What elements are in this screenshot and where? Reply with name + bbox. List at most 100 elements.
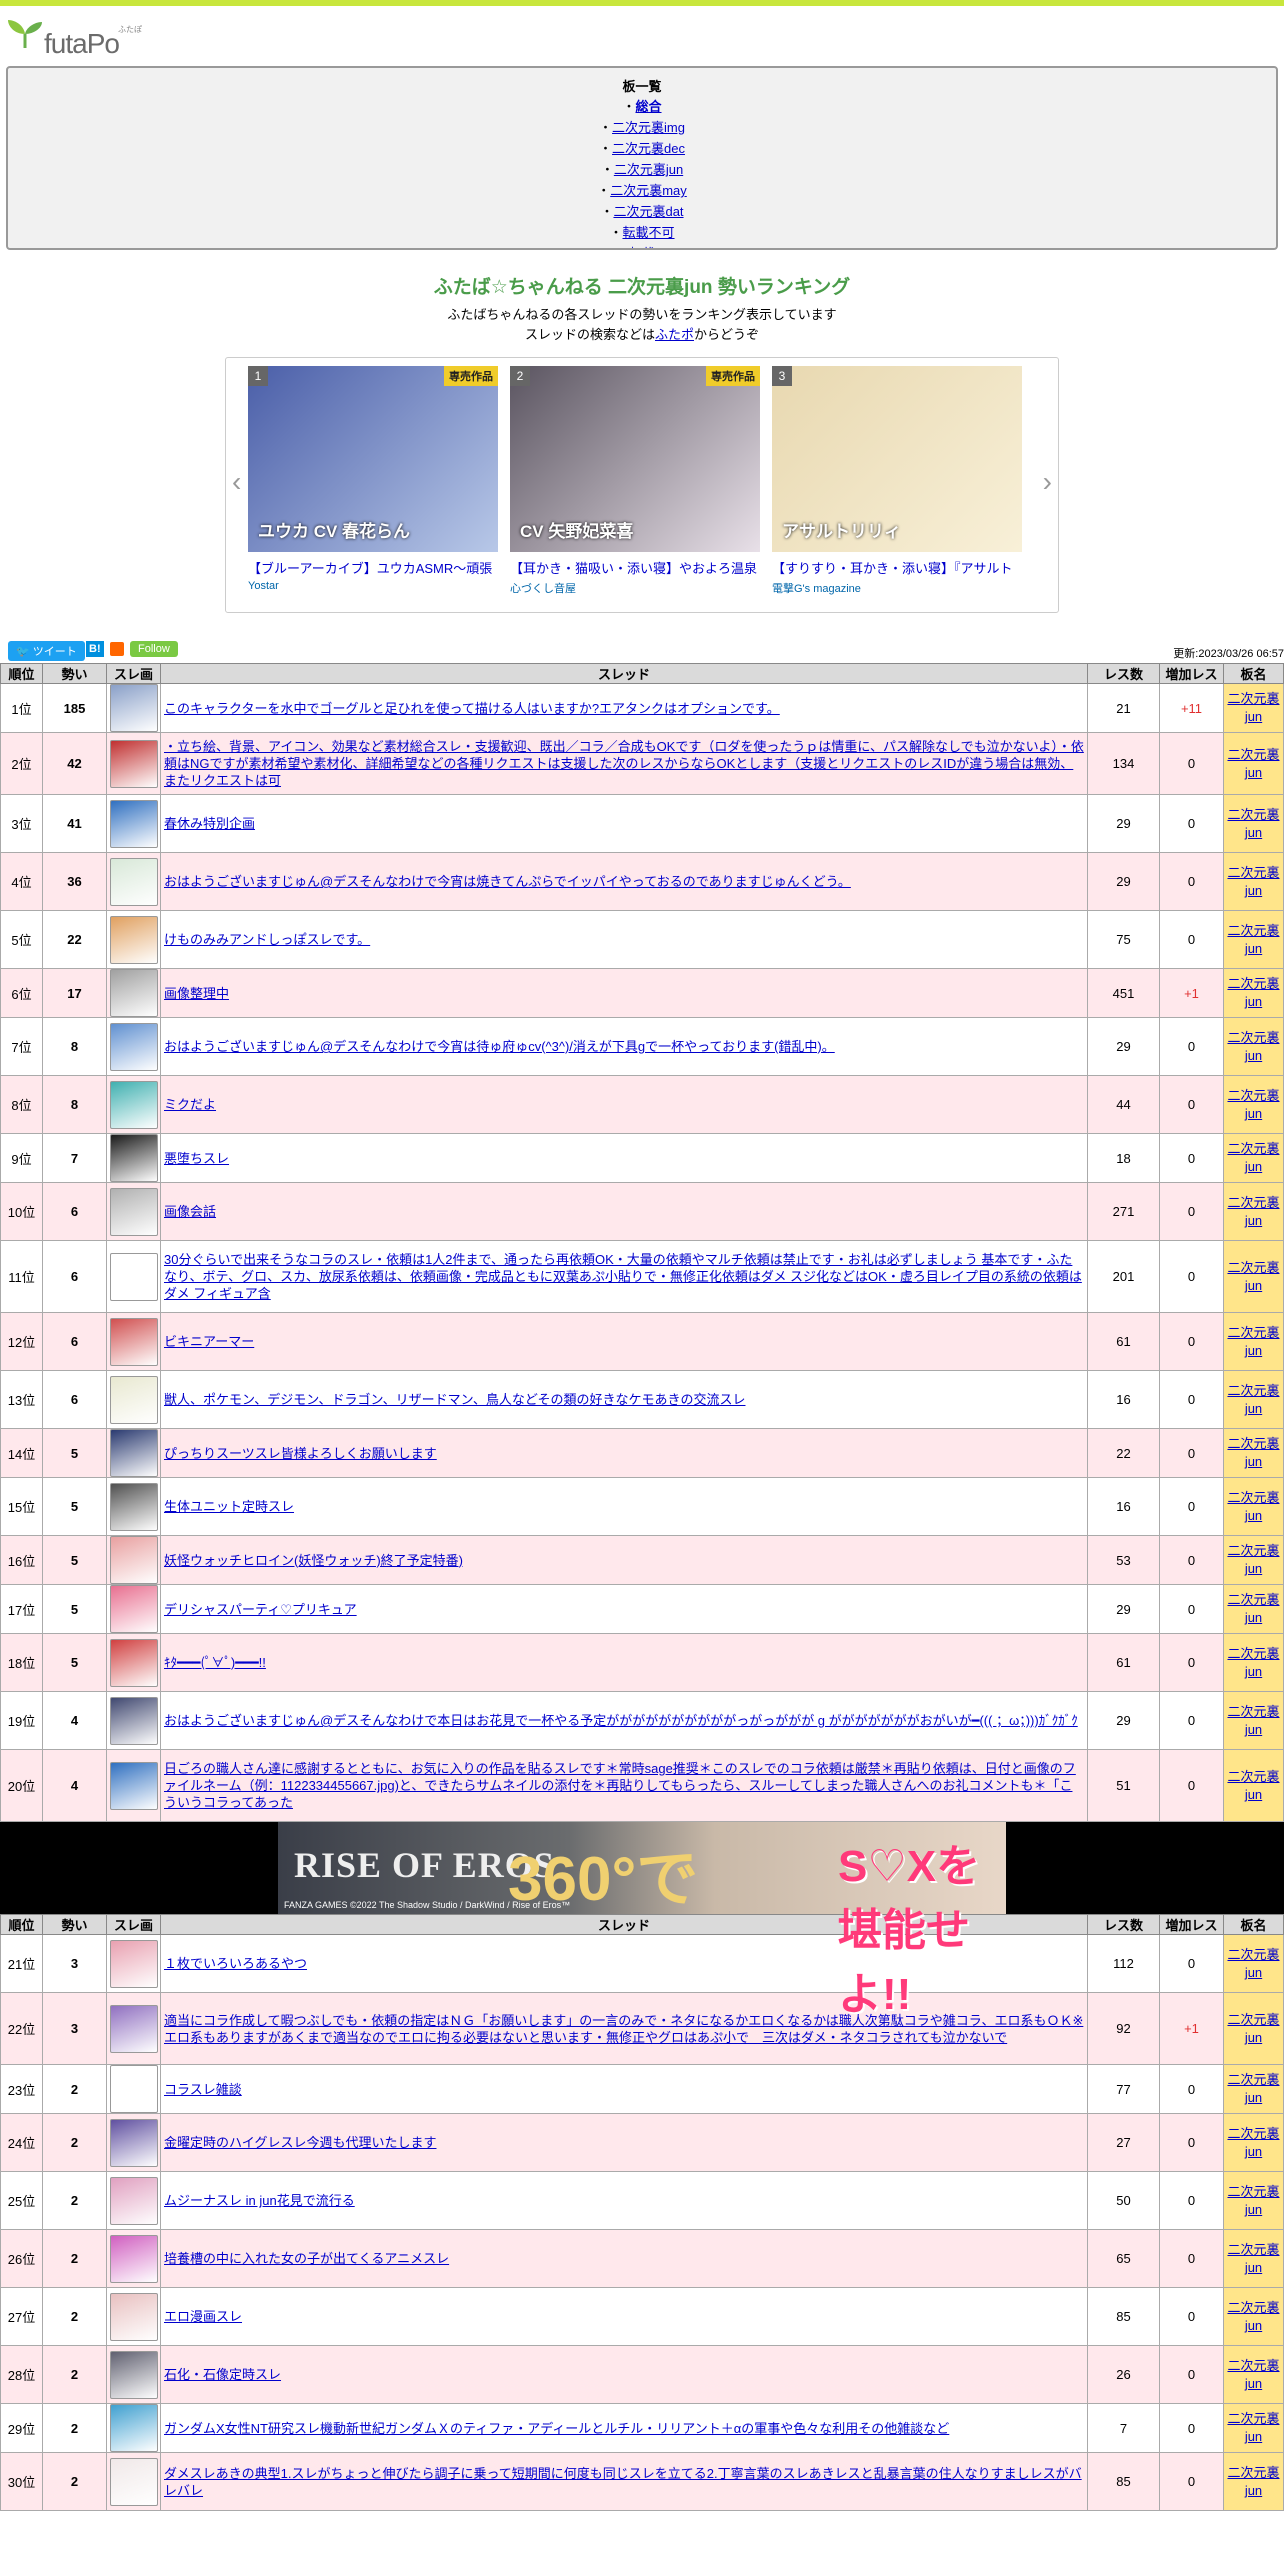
- thread-thumbnail[interactable]: [110, 1429, 158, 1477]
- thread-thumbnail[interactable]: [110, 2350, 158, 2399]
- tweet-button[interactable]: 🐦 ツイート: [8, 641, 85, 661]
- thread-thumbnail[interactable]: [110, 739, 158, 788]
- board-name-link[interactable]: 二次元裏 jun: [1227, 1646, 1279, 1679]
- product-title[interactable]: 【すりすり・耳かき・添い寝】『アサルト: [772, 558, 1022, 577]
- thread-thumbnail[interactable]: [110, 1317, 158, 1366]
- board-name-link[interactable]: 二次元裏 jun: [1227, 1490, 1279, 1523]
- carousel-card[interactable]: 2 専売作品 CV 矢野妃菜喜【耳かき・猫吸い・添い寝】やおよろ温泉 心づくし音屋: [510, 366, 760, 596]
- thread-title-link[interactable]: 30分ぐらいで出来そうなコラのスレ・依頼は1人2件まで、通ったら再依頼OK・大量…: [164, 1252, 1082, 1301]
- thread-title-link[interactable]: おはようございますじゅん@デスそんなわけで今宵は焼きてんぷらでイッパイやっておる…: [164, 874, 851, 889]
- board-name-link[interactable]: 二次元裏 jun: [1227, 1704, 1279, 1737]
- site-logo[interactable]: futaPo ふたぽ: [0, 6, 1284, 64]
- thread-title-link[interactable]: ムジーナスレ in jun花見で流行る: [164, 2193, 355, 2208]
- board-name-link[interactable]: 二次元裏 jun: [1227, 1195, 1279, 1228]
- board-link[interactable]: 二次元裏img: [612, 120, 685, 135]
- board-name-link[interactable]: 二次元裏 jun: [1227, 1543, 1279, 1576]
- thread-thumbnail[interactable]: [110, 2292, 158, 2341]
- board-link[interactable]: 二次元裏jun: [614, 162, 683, 177]
- thread-title-link[interactable]: 生体ユニット定時スレ: [164, 1499, 294, 1514]
- thread-thumbnail[interactable]: [110, 1080, 158, 1129]
- thread-thumbnail[interactable]: [110, 1187, 158, 1236]
- follow-button[interactable]: Follow: [130, 641, 178, 657]
- thread-thumbnail[interactable]: [110, 1585, 158, 1633]
- thread-title-link[interactable]: 画像会話: [164, 1204, 216, 1219]
- board-name-link[interactable]: 二次元裏 jun: [1227, 976, 1279, 1009]
- board-name-link[interactable]: 二次元裏 jun: [1227, 807, 1279, 840]
- board-name-link[interactable]: 二次元裏 jun: [1227, 1260, 1279, 1293]
- thread-thumbnail[interactable]: [110, 2176, 158, 2225]
- ad-banner[interactable]: RISE OF EROS 360°で S♡Xを堪能せよ!! FANZA GAME…: [0, 1822, 1284, 2019]
- thread-thumbnail[interactable]: [110, 969, 158, 1017]
- thread-title-link[interactable]: 画像整理中: [164, 986, 229, 1001]
- board-name-link[interactable]: 二次元裏 jun: [1227, 1592, 1279, 1625]
- board-name-link[interactable]: 二次元裏 jun: [1227, 865, 1279, 898]
- rss-icon[interactable]: [110, 642, 124, 656]
- thread-title-link[interactable]: けものみみアンドしっぽスレです。: [164, 932, 370, 947]
- board-name-link[interactable]: 二次元裏 jun: [1227, 2242, 1279, 2275]
- thread-thumbnail[interactable]: [110, 857, 158, 906]
- board-link[interactable]: 二次元裏may: [610, 183, 687, 198]
- board-link[interactable]: 総合: [636, 99, 662, 114]
- carousel-card[interactable]: 3 アサルトリリィ 【すりすり・耳かき・添い寝】『アサルト 電撃G's magazin…: [772, 366, 1022, 596]
- hatena-bookmark-button[interactable]: B!: [86, 641, 104, 657]
- thread-title-link[interactable]: エロ漫画スレ: [164, 2309, 242, 2324]
- futapo-link[interactable]: ふたポ: [655, 327, 694, 342]
- thread-title-link[interactable]: 春休み特別企画: [164, 816, 255, 831]
- thread-title-link[interactable]: デリシャスパーティ♡プリキュア: [164, 1602, 357, 1617]
- board-name-link[interactable]: 二次元裏 jun: [1227, 1947, 1279, 1980]
- thread-title-link[interactable]: 悪堕ちスレ: [164, 1151, 229, 1166]
- thread-thumbnail[interactable]: [110, 2118, 158, 2167]
- board-name-link[interactable]: 二次元裏 jun: [1227, 2126, 1279, 2159]
- product-image[interactable]: 2 専売作品 CV 矢野妃菜喜: [510, 366, 760, 552]
- thread-thumbnail[interactable]: [110, 1939, 158, 1988]
- board-name-link[interactable]: 二次元裏 jun: [1227, 1436, 1279, 1469]
- board-name-link[interactable]: 二次元裏 jun: [1227, 1088, 1279, 1121]
- thread-thumbnail[interactable]: [110, 1022, 158, 1071]
- board-name-link[interactable]: 二次元裏 jun: [1227, 1383, 1279, 1416]
- thread-title-link[interactable]: １枚でいろいろあるやつ: [164, 1956, 307, 1971]
- board-name-link[interactable]: 二次元裏 jun: [1227, 2358, 1279, 2391]
- product-image[interactable]: 1 専売作品 ユウカ CV 春花らん: [248, 366, 498, 552]
- thread-title-link[interactable]: 培養槽の中に入れた女の子が出てくるアニメスレ: [164, 2251, 449, 2266]
- product-image[interactable]: 3 アサルトリリィ: [772, 366, 1022, 552]
- thread-title-link[interactable]: ｷﾀ━━━(ﾟ∀ﾟ)━━━!!: [164, 1655, 266, 1670]
- board-link[interactable]: 転載可: [629, 246, 668, 248]
- board-name-link[interactable]: 二次元裏 jun: [1227, 2300, 1279, 2333]
- thread-title-link[interactable]: おはようございますじゅん@デスそんなわけで今宵は待ゅ府ゅcv(^3^)/消えが下…: [164, 1039, 835, 1054]
- thread-thumbnail[interactable]: [110, 1482, 158, 1531]
- thread-title-link[interactable]: ダメスレあきの典型1.スレがちょっと伸びたら調子に乗って短期間に何度も同じスレを…: [164, 2466, 1082, 2498]
- board-name-link[interactable]: 二次元裏 jun: [1227, 923, 1279, 956]
- product-title[interactable]: 【耳かき・猫吸い・添い寝】やおよろ温泉: [510, 558, 760, 577]
- carousel-next-icon[interactable]: ›: [1043, 466, 1052, 498]
- thread-thumbnail[interactable]: [110, 1696, 158, 1745]
- board-name-link[interactable]: 二次元裏 jun: [1227, 2072, 1279, 2105]
- board-name-link[interactable]: 二次元裏 jun: [1227, 1141, 1279, 1174]
- thread-thumbnail[interactable]: [110, 2065, 158, 2113]
- thread-thumbnail[interactable]: [110, 1252, 158, 1301]
- thread-title-link[interactable]: おはようございますじゅん@デスそんなわけで本日はお花見で一杯やる予定がががががが…: [164, 1713, 1078, 1728]
- thread-thumbnail[interactable]: [110, 915, 158, 964]
- thread-title-link[interactable]: ・立ち絵、背景、アイコン、効果など素材総合スレ・支援歓迎、既出／コラ／合成もOK…: [164, 739, 1084, 788]
- thread-title-link[interactable]: 日ごろの職人さん達に感謝するとともに、お気に入りの作品を貼るスレです＊常時sag…: [164, 1761, 1076, 1810]
- carousel-prev-icon[interactable]: ‹: [232, 466, 241, 498]
- carousel-card[interactable]: 1 専売作品 ユウカ CV 春花らん 【ブルーアーカイブ】ユウカASMR～頑張 Yost…: [248, 366, 498, 592]
- product-maker[interactable]: 心づくし音屋: [510, 580, 760, 596]
- board-name-link[interactable]: 二次元裏 jun: [1227, 1030, 1279, 1063]
- thread-thumbnail[interactable]: [110, 2234, 158, 2283]
- board-link[interactable]: 二次元裏dat: [613, 204, 683, 219]
- thread-thumbnail[interactable]: [110, 1536, 158, 1584]
- thread-thumbnail[interactable]: [110, 2404, 158, 2452]
- thread-title-link[interactable]: ミクだよ: [164, 1097, 216, 1112]
- thread-thumbnail[interactable]: [110, 1134, 158, 1182]
- board-name-link[interactable]: 二次元裏 jun: [1227, 1325, 1279, 1358]
- board-link[interactable]: 転載不可: [623, 225, 675, 240]
- thread-title-link[interactable]: 石化・石像定時スレ: [164, 2367, 281, 2382]
- thread-thumbnail[interactable]: [110, 1638, 158, 1687]
- thread-title-link[interactable]: 獣人、ポケモン、デジモン、ドラゴン、リザードマン、鳥人などその類の好きなケモあき…: [164, 1392, 746, 1407]
- product-title[interactable]: 【ブルーアーカイブ】ユウカASMR～頑張: [248, 558, 498, 577]
- thread-thumbnail[interactable]: [110, 2457, 158, 2506]
- thread-thumbnail[interactable]: [110, 684, 158, 732]
- thread-title-link[interactable]: ぴっちりスーツスレ皆様よろしくお願いします: [164, 1446, 437, 1461]
- thread-title-link[interactable]: 妖怪ウォッチヒロイン(妖怪ウォッチ)終了予定特番): [164, 1553, 463, 1568]
- thread-thumbnail[interactable]: [110, 1761, 158, 1810]
